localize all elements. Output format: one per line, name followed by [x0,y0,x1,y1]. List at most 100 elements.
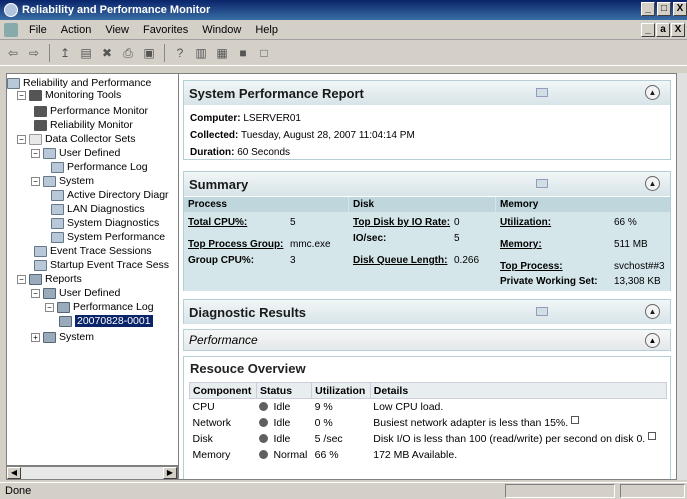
menu-file[interactable]: File [22,24,54,36]
toolbar-separator [49,44,50,62]
utilization-cell: 0 % [314,416,333,429]
menu-favorites[interactable]: Favorites [136,24,195,36]
column-details[interactable]: Details [369,382,668,399]
tree-item-label: Reports [45,273,82,285]
collapse-icon[interactable]: − [17,134,26,144]
summary-section: Summary ▲ Process Disk Memory Total CPU%… [183,171,671,291]
tree-item[interactable]: 20070828-0001 [59,314,153,328]
collapse-icon[interactable]: ▲ [645,176,660,191]
top-process-link[interactable]: Top Process: [500,261,563,272]
collapse-icon[interactable]: ▲ [645,333,660,348]
tree-item[interactable]: − User Defined [31,286,120,300]
menu-view[interactable]: View [98,24,136,36]
disk-queue-link[interactable]: Disk Queue Length: [353,255,447,266]
back-icon[interactable]: ⇦ [4,44,22,62]
report-icon[interactable]: ■ [234,44,252,62]
tree-item[interactable]: + System [31,330,94,344]
column-utilization[interactable]: Utilization [311,382,371,399]
tree-horizontal-scrollbar[interactable]: ◀ ▶ [6,466,178,480]
forward-icon[interactable]: ⇨ [25,44,43,62]
top-disk-link[interactable]: Top Disk by IO Rate: [353,217,450,228]
status-text: Idle [273,416,291,429]
report-icon [59,315,72,327]
tree-item[interactable]: LAN Diagnostics [51,202,145,216]
column-status[interactable]: Status [255,382,313,399]
status-bar: Done [0,482,687,498]
collapse-icon[interactable]: − [45,302,54,312]
diagnostic-table-icon[interactable] [536,307,548,316]
tree-item-label: 20070828-0001 [75,315,153,327]
new-window-icon[interactable]: □ [255,44,273,62]
utilization-cell: 66 % [314,448,339,461]
tree-item[interactable]: Reliability Monitor [34,118,133,132]
mdi-controls: _ a X [641,23,685,37]
minimize-button[interactable]: _ [641,2,655,16]
mdi-restore-button[interactable]: a [656,23,670,37]
status-pane [505,484,615,498]
menu-action[interactable]: Action [54,24,99,36]
mdi-minimize-button[interactable]: _ [641,23,655,37]
report-table-icon[interactable] [536,88,548,97]
collapse-icon[interactable]: − [31,148,40,158]
tree-item[interactable]: System Diagnostics [51,216,159,230]
tree-item[interactable]: Startup Event Trace Sess [34,258,169,272]
utilization-link[interactable]: Utilization: [500,217,551,228]
properties-icon[interactable]: ▥ [192,44,210,62]
collapse-icon[interactable]: ▲ [645,304,660,319]
memory-link[interactable]: Memory: [500,239,542,250]
tree-item[interactable]: − Reports [17,272,82,286]
tree-item[interactable]: − Data Collector Sets [17,132,135,146]
total-cpu-link[interactable]: Total CPU%: [188,217,247,228]
details-text: Low CPU load. [373,400,444,413]
refresh-icon[interactable]: ▣ [140,44,158,62]
tree-item-label: System Performance [67,231,166,243]
content-vertical-scrollbar[interactable] [677,73,687,480]
tree-item[interactable]: Active Directory Diagr [51,188,169,202]
tree-item[interactable]: Performance Log [51,160,148,174]
details-cell: Busiest network adapter is less than 15%… [370,415,666,431]
up-icon[interactable]: ↥ [56,44,74,62]
collapse-icon[interactable]: − [17,274,26,284]
maximize-button[interactable]: □ [657,2,671,16]
collapse-icon[interactable]: − [31,176,40,186]
delete-icon[interactable]: ✖ [98,44,116,62]
note-icon[interactable] [571,416,580,424]
show-hide-tree-icon[interactable]: ▤ [77,44,95,62]
chart-icon[interactable]: ▦ [213,44,231,62]
top-process-group-link[interactable]: Top Process Group: [188,239,283,250]
menu-help[interactable]: Help [248,24,285,36]
collapse-icon[interactable]: − [31,288,40,298]
tree-item[interactable]: − Performance Log [45,300,154,314]
details-cell: Low CPU load. [370,399,666,415]
scroll-left-icon[interactable]: ◀ [7,467,21,479]
tree-item[interactable]: − System [31,174,94,188]
tree-item[interactable]: Event Trace Sessions [34,244,152,258]
tree-item[interactable]: System Performance [51,230,165,244]
collapse-icon[interactable]: ▲ [645,85,660,100]
column-component[interactable]: Component [189,382,257,399]
performance-subsection-header[interactable]: Performance ▲ [183,329,671,351]
tree-item-label: Active Directory Diagr [67,189,169,201]
table-row: Network Idle 0 % Busiest network adapter… [190,415,667,431]
scroll-right-icon[interactable]: ▶ [163,467,177,479]
tree-item[interactable]: − Monitoring Tools [17,88,121,102]
collector-icon [34,259,47,271]
tree-item[interactable]: Performance Monitor [34,104,148,118]
note-icon[interactable] [648,432,657,440]
monitor-icon [29,89,42,101]
mdi-close-button[interactable]: X [671,23,685,37]
close-button[interactable]: X [673,2,687,16]
summary-table: Process Disk Memory Total CPU%: 5 Top Pr… [184,197,670,291]
summary-table-icon[interactable] [536,179,548,188]
help-icon[interactable]: ? [171,44,189,62]
disk-header: Disk [349,197,495,212]
diagnostic-results-section: Diagnostic Results ▲ [183,299,671,324]
expand-icon[interactable]: + [31,332,40,342]
reports-icon [43,287,56,299]
menu-window[interactable]: Window [195,24,248,36]
tree-item-label: System [59,331,95,343]
print-icon[interactable]: ⎙ [119,44,137,62]
collapse-icon[interactable]: − [17,90,26,100]
mdi-icon[interactable] [4,22,18,37]
tree-item[interactable]: − User Defined [31,146,120,160]
